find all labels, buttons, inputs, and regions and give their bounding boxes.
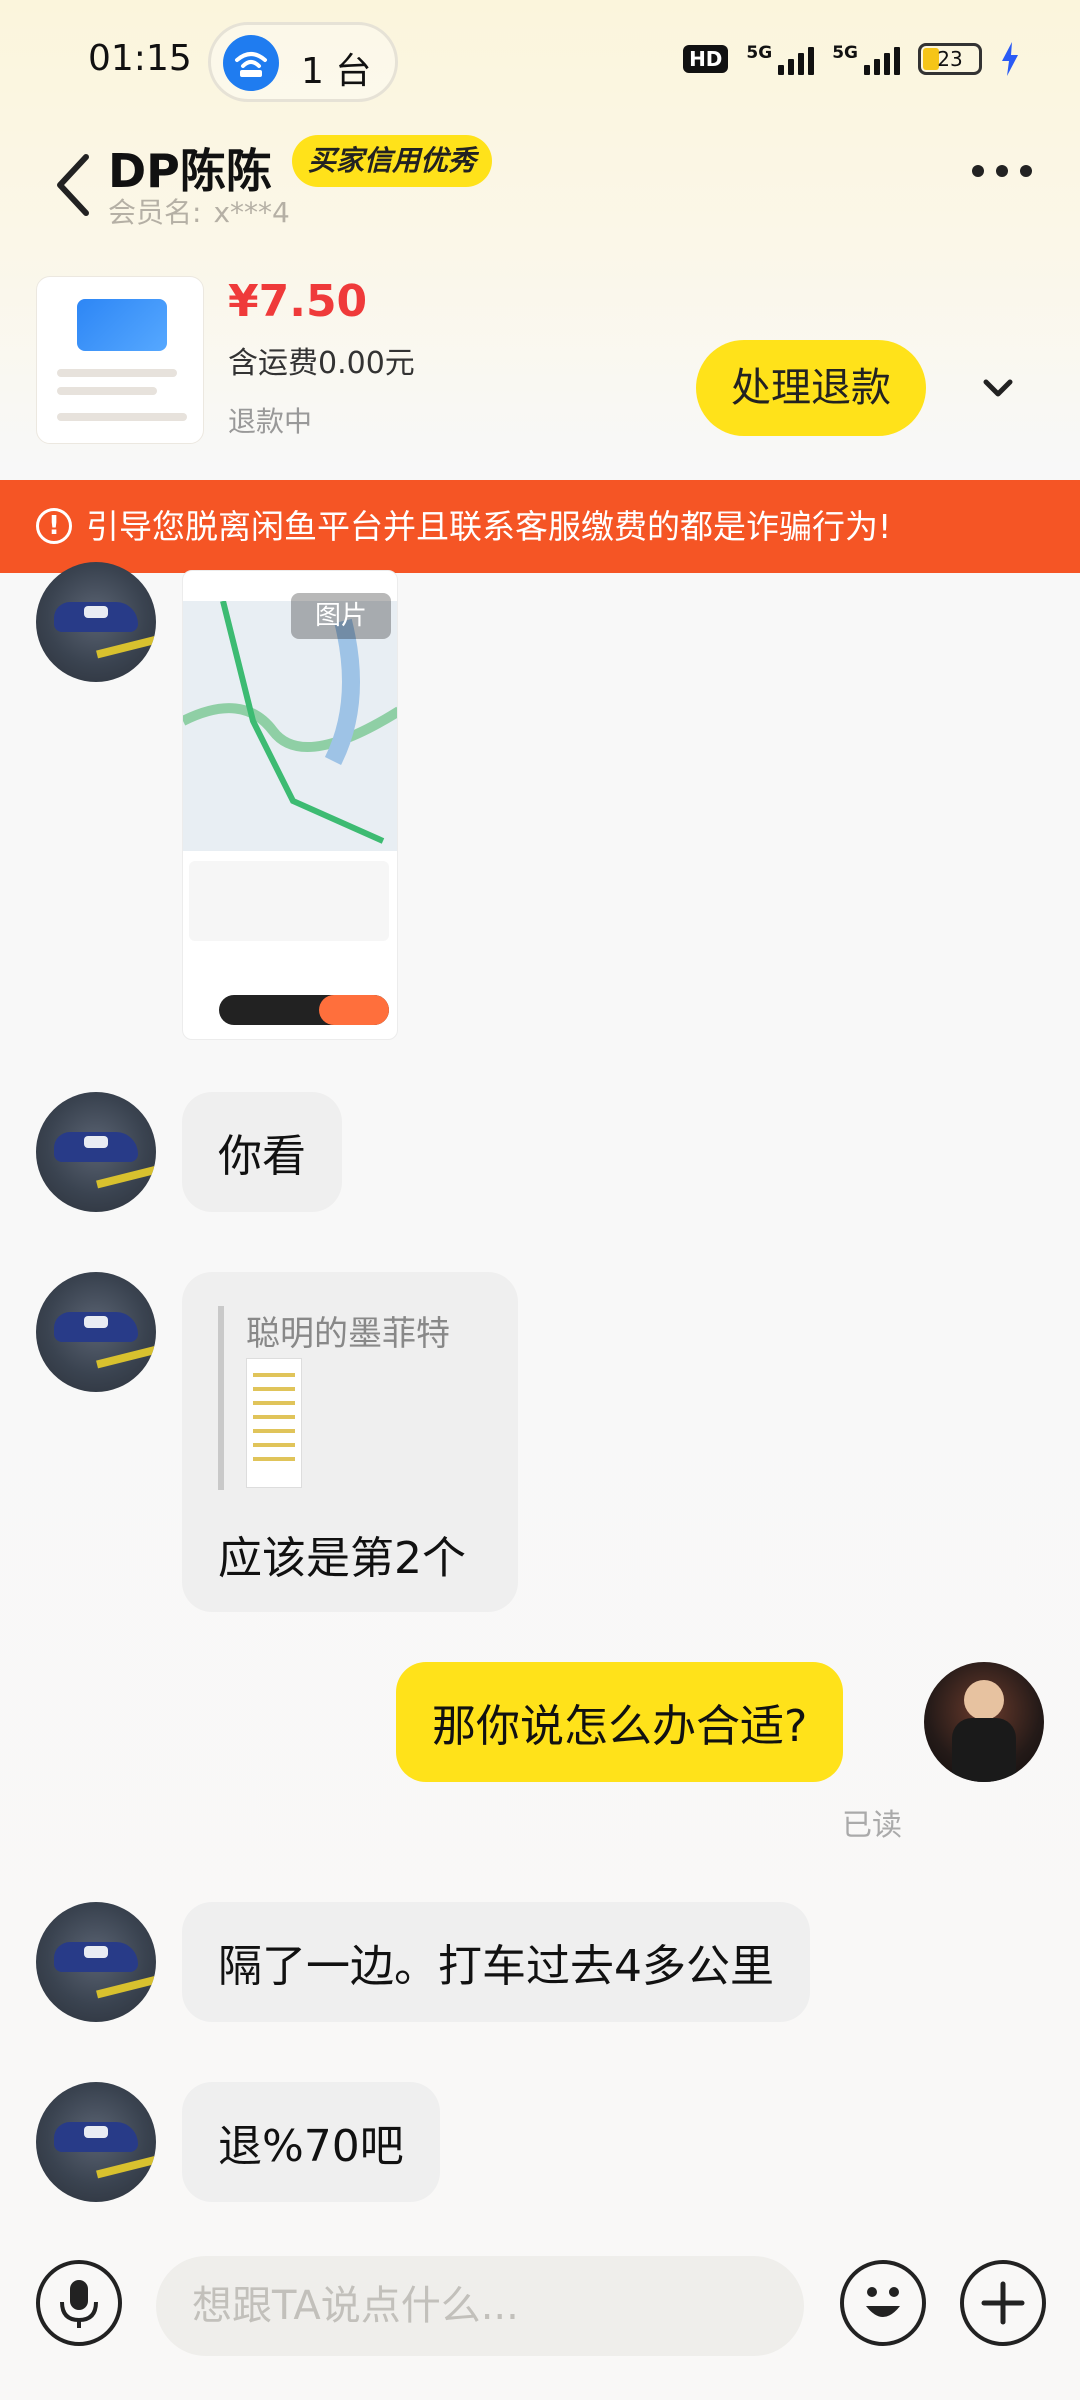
image-message[interactable]: 图片 [182, 570, 398, 1040]
message-input[interactable] [156, 2256, 804, 2356]
message-bubble[interactable]: 退%70吧 [182, 2082, 440, 2202]
order-price: ¥7.50 [228, 276, 368, 327]
shipping-fee: 含运费0.00元 [228, 346, 415, 381]
member-label: 会员名: [108, 196, 202, 229]
signal-icon-2: 5G [832, 43, 900, 75]
message-bubble[interactable]: 你看 [182, 1092, 342, 1212]
quote-reply-text: 应该是第2个 [218, 1533, 466, 1584]
back-icon[interactable] [48, 143, 98, 223]
signal-icon: 5G [746, 43, 815, 75]
contact-avatar[interactable] [36, 1902, 156, 2022]
contact-avatar[interactable] [36, 2082, 156, 2202]
hotspot-pill[interactable]: 1 台 [208, 22, 398, 102]
warning-icon: ! [36, 507, 72, 544]
my-message-bubble[interactable]: 那你说怎么办合适? [396, 1662, 844, 1782]
my-avatar[interactable] [924, 1662, 1044, 1782]
warning-text: 引导您脱离闲鱼平台并且联系客服缴费的都是诈骗行为! [86, 507, 892, 546]
battery-icon: 23 [918, 43, 982, 75]
contact-avatar[interactable] [36, 1092, 156, 1212]
contact-avatar[interactable] [36, 1272, 156, 1392]
status-icons: HD 5G 5G 23 [683, 42, 1020, 76]
chevron-down-icon[interactable] [978, 374, 1018, 404]
more-icon[interactable] [972, 165, 1032, 177]
charging-icon [1002, 42, 1018, 76]
credit-badge: 买家信用优秀 [292, 135, 493, 187]
quoted-image-thumbnail[interactable] [246, 1358, 302, 1488]
chat-header: DP陈陈 买家信用优秀 会员名: x***4 [0, 125, 1080, 235]
emoji-icon[interactable] [840, 2260, 926, 2346]
order-status: 退款中 [228, 405, 313, 438]
status-bar: 01:15 1 台 HD 5G 5G 23 [0, 0, 1080, 125]
microphone-icon[interactable] [36, 2260, 122, 2346]
hotspot-count: 1 台 [301, 51, 372, 92]
input-bar [0, 2250, 1080, 2400]
process-refund-button[interactable]: 处理退款 [696, 340, 926, 436]
product-thumbnail[interactable] [36, 276, 204, 444]
message-bubble[interactable]: 隔了一边。打车过去4多公里 [182, 1902, 810, 2022]
status-time: 01:15 [88, 38, 192, 79]
hd-badge: HD [683, 45, 729, 73]
hotspot-icon [223, 35, 279, 91]
read-receipt: 已读 [842, 1808, 902, 1843]
member-value: x***4 [213, 196, 290, 229]
member-info: 会员名: x***4 [108, 191, 290, 231]
plus-icon[interactable] [960, 2260, 1046, 2346]
image-label: 图片 [291, 593, 391, 639]
order-card: ¥7.50 含运费0.00元 退款中 处理退款 [0, 270, 1080, 450]
contact-avatar[interactable] [36, 562, 156, 682]
fraud-warning-banner: ! 引导您脱离闲鱼平台并且联系客服缴费的都是诈骗行为! [0, 480, 1080, 573]
quote-reply-message[interactable]: 聪明的墨菲特 应该是第2个 [182, 1272, 518, 1612]
quoted-user-name: 聪明的墨菲特 [246, 1314, 450, 1354]
